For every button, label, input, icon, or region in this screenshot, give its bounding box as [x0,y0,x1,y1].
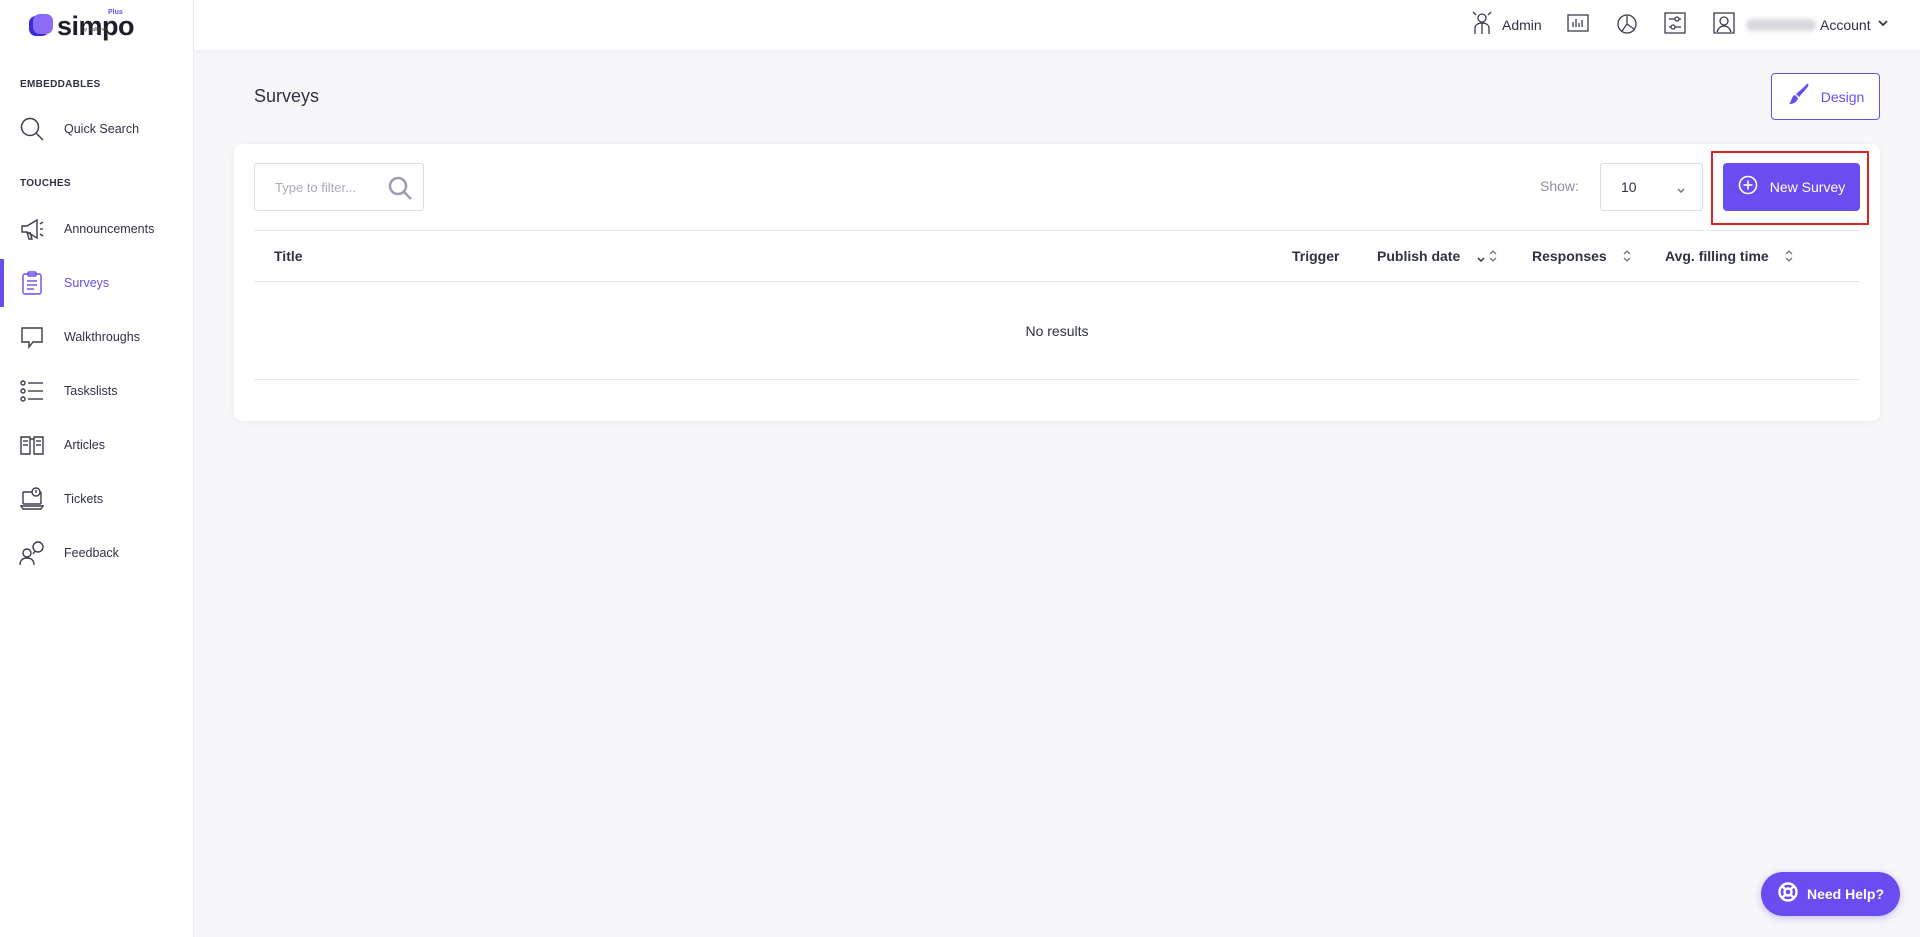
plus-circle-icon [1738,175,1758,200]
lifebuoy-icon [1777,881,1799,908]
settings-button[interactable] [1663,0,1687,50]
new-survey-label: New Survey [1769,179,1846,195]
column-label: Avg. filling time [1665,248,1769,264]
surveys-card: Show: 10 New Survey Title Trig [234,144,1880,421]
app-root: simpo Plus by walkme EMBEDDABLES Quick S… [0,0,1920,937]
chevron-down-icon [1877,16,1889,34]
sidebar-item-announcements[interactable]: Announcements [0,205,193,253]
search-icon [19,116,45,142]
section-touches: TOUCHES [20,178,71,189]
logo-mark-icon [29,14,53,36]
sidebar-item-label: Tickets [64,492,104,506]
user-icon [1712,11,1736,40]
sidebar-item-label: Quick Search [64,122,140,136]
column-responses[interactable]: Responses [1532,231,1632,281]
sidebar-item-label: Announcements [64,222,155,236]
clipboard-icon [19,270,45,296]
column-label: Trigger [1292,248,1340,264]
account-label: Account [1820,17,1871,33]
chevron-down-icon [1676,182,1686,200]
logo-by: by walkme [82,27,106,33]
admin-icon [1470,10,1494,41]
show-label: Show: [1540,178,1579,194]
column-label: Title [274,248,303,264]
topbar: Admin Account [194,0,1920,50]
sidebar-item-walkthroughs[interactable]: Walkthroughs [0,313,193,361]
sort-icon [1488,249,1498,263]
need-help-label: Need Help? [1806,886,1884,902]
table-header: Title Trigger Publish date Responses Avg… [254,230,1860,282]
admin-link[interactable]: Admin [1470,0,1542,50]
new-survey-button[interactable]: New Survey [1723,163,1860,211]
column-avg-filling-time[interactable]: Avg. filling time [1665,231,1794,281]
sidebar-item-tickets[interactable]: Tickets [0,475,193,523]
sidebar: simpo Plus by walkme EMBEDDABLES Quick S… [0,0,194,937]
speech-bubble-icon [19,324,45,350]
page-size-select[interactable]: 10 [1600,163,1703,211]
design-label: Design [1820,88,1865,105]
sidebar-item-articles[interactable]: Articles [0,421,193,469]
paintbrush-icon [1787,82,1811,111]
analytics-button[interactable] [1566,0,1590,50]
settings-sliders-icon [1663,11,1687,40]
account-menu[interactable]: Account [1712,0,1889,50]
admin-label: Admin [1502,17,1542,33]
book-icon [19,432,45,458]
sidebar-item-feedback[interactable]: Feedback [0,529,193,577]
megaphone-icon [19,216,45,242]
logo-plus: Plus [108,9,123,16]
column-trigger[interactable]: Trigger [1292,231,1339,281]
column-title[interactable]: Title [274,231,303,281]
search-icon[interactable] [387,175,413,206]
sidebar-item-taskslists[interactable]: Taskslists [0,367,193,415]
sidebar-item-quick-search[interactable]: Quick Search [0,105,193,153]
need-help-button[interactable]: Need Help? [1761,872,1900,916]
bar-chart-icon [1566,11,1590,40]
sidebar-item-label: Feedback [64,546,119,560]
sidebar-item-label: Walkthroughs [64,330,140,344]
empty-state: No results [254,282,1860,380]
column-label: Publish date [1377,248,1461,264]
sidebar-item-label: Surveys [64,276,110,290]
sort-icon [1622,249,1632,263]
sort-icon [1784,249,1794,263]
pie-chart-icon [1615,11,1639,40]
list-icon [19,378,45,404]
sidebar-item-label: Articles [64,438,105,452]
filter-input[interactable] [275,179,385,195]
sidebar-item-label: Taskslists [64,384,118,398]
design-button[interactable]: Design [1771,73,1880,120]
section-embeddables: EMBEDDABLES [20,79,101,90]
ticket-laptop-icon [19,486,45,512]
filter-box [254,163,424,211]
feedback-icon [19,540,45,566]
reports-button[interactable] [1615,0,1639,50]
column-label: Responses [1532,248,1607,264]
column-publish-date[interactable]: Publish date [1377,231,1498,281]
page-title: Surveys [254,86,320,106]
blurred-username [1746,19,1816,31]
sidebar-item-surveys[interactable]: Surveys [0,259,193,307]
page-size-value: 10 [1621,179,1637,195]
